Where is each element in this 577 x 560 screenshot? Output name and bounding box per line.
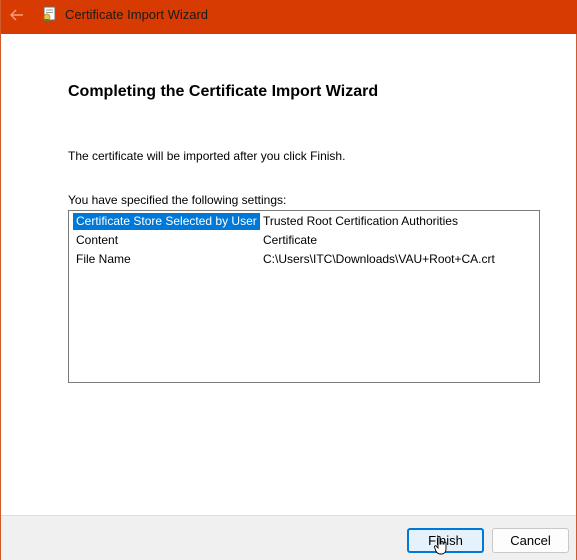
settings-key: Certificate Store Selected by User xyxy=(73,213,260,230)
settings-value: Trusted Root Certification Authorities xyxy=(263,214,458,228)
info-text: The certificate will be imported after y… xyxy=(68,149,346,163)
certificate-icon xyxy=(43,6,56,22)
settings-value: Certificate xyxy=(263,233,318,247)
settings-key: File Name xyxy=(76,252,131,266)
window-title: Certificate Import Wizard xyxy=(65,7,209,22)
settings-key: Content xyxy=(76,233,119,247)
back-arrow-icon xyxy=(10,9,23,21)
settings-label: You have specified the following setting… xyxy=(68,193,287,207)
settings-value: C:\Users\ITC\Downloads\VAU+Root+CA.crt xyxy=(263,252,495,266)
mouse-pointer-icon xyxy=(434,536,447,555)
back-button[interactable] xyxy=(5,4,29,26)
cancel-button[interactable]: Cancel xyxy=(492,528,569,553)
settings-list[interactable]: Certificate Store Selected by User Trust… xyxy=(68,210,540,383)
certificate-import-wizard-window: Certificate Import Wizard Completing the… xyxy=(0,0,577,560)
title-bar: Certificate Import Wizard xyxy=(1,0,577,34)
button-bar: Finish Cancel xyxy=(1,515,576,560)
page-heading: Completing the Certificate Import Wizard xyxy=(68,83,379,100)
